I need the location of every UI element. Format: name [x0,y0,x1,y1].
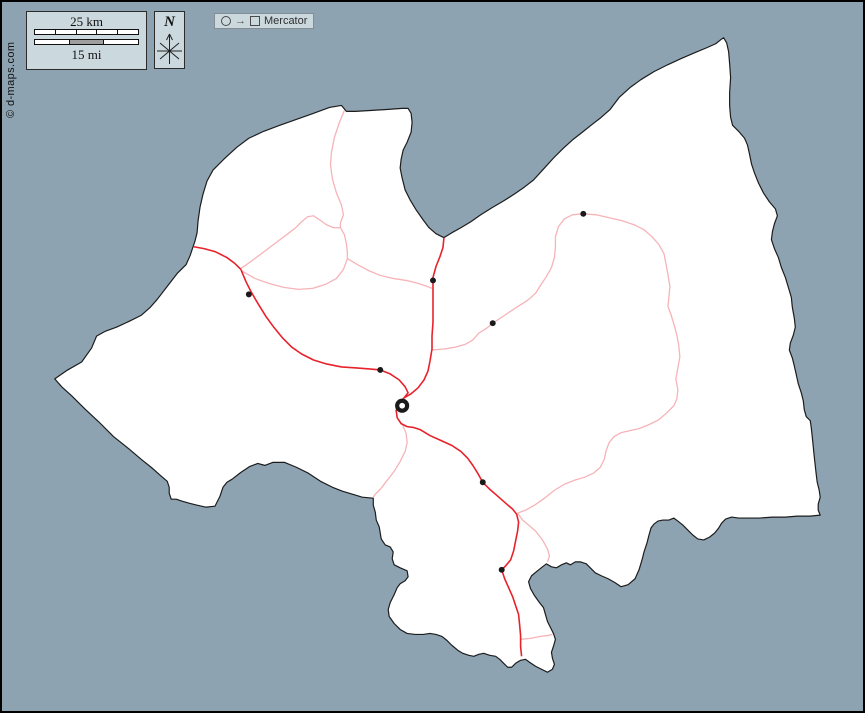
copyright-watermark: © d-maps.com [5,42,17,118]
arrow-right-icon: → [235,16,246,26]
scale-km-label: 25 km [27,14,146,29]
scale-mi-label: 15 mi [27,47,146,62]
town-marker [580,211,586,217]
square-icon [250,16,260,26]
town-marker [499,567,505,573]
circle-icon [221,16,231,26]
town-marker [480,479,486,485]
projection-legend: → Mercator [214,13,314,29]
town-marker [490,320,496,326]
north-indicator: N [154,11,185,69]
projection-label: Mercator [264,15,307,27]
town-marker [377,367,383,373]
compass-rose-icon [155,31,184,67]
town-marker [430,277,436,283]
north-label: N [155,14,184,31]
map-canvas: 25 km 15 mi N → [0,0,865,713]
town-marker [246,291,252,297]
scale-bar: 25 km 15 mi [26,11,147,70]
scale-bar-mi [34,39,139,45]
capital-marker [397,401,407,411]
map-svg [2,2,863,711]
scale-bar-km [34,29,139,35]
